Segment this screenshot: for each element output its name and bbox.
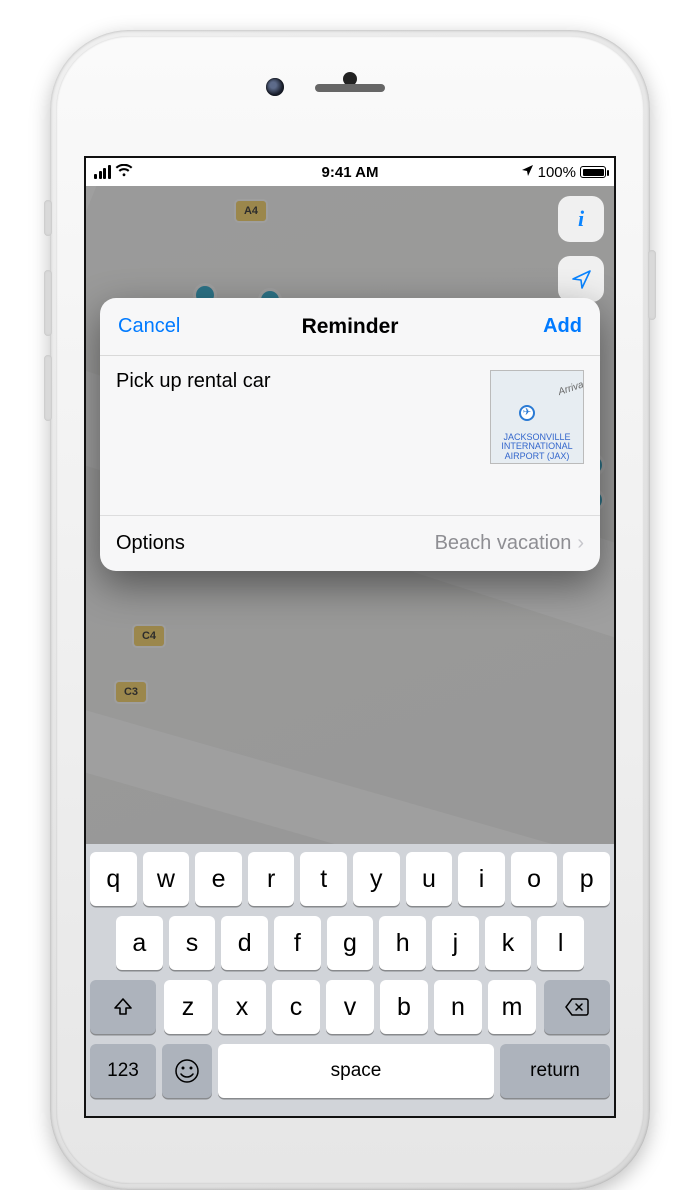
key-p[interactable]: p — [563, 852, 610, 906]
backspace-key[interactable] — [544, 980, 610, 1034]
key-s[interactable]: s — [169, 916, 216, 970]
keyboard-row-1: qwertyuiop — [90, 852, 610, 906]
status-bar: 9:41 AM 100% — [86, 158, 614, 186]
options-row[interactable]: Options Beach vacation › — [100, 516, 600, 571]
wifi-icon — [115, 164, 133, 181]
keyboard: qwertyuiop asdfghjkl zxcvbnm 123 — [86, 844, 614, 1116]
battery-percentage: 100% — [538, 164, 576, 181]
screen: 9:41 AM 100% A4 — [84, 156, 616, 1118]
key-a[interactable]: a — [116, 916, 163, 970]
alert-title: Reminder — [302, 315, 399, 339]
cancel-button[interactable]: Cancel — [100, 298, 198, 355]
iphone-frame: 9:41 AM 100% A4 — [50, 30, 650, 1190]
mute-switch — [44, 200, 52, 236]
map-locate-button[interactable] — [558, 256, 604, 302]
key-z[interactable]: z — [164, 980, 212, 1034]
thumb-arrivals-label: Arrivals — [557, 378, 584, 398]
keyboard-row-3: zxcvbnm — [90, 980, 610, 1034]
key-c[interactable]: c — [272, 980, 320, 1034]
key-f[interactable]: f — [274, 916, 321, 970]
battery-icon — [580, 166, 606, 178]
key-l[interactable]: l — [537, 916, 584, 970]
keyboard-row-2: asdfghjkl — [90, 916, 610, 970]
earpiece-speaker — [315, 84, 385, 92]
reminder-alert: Cancel Reminder Add Pick up rental car A… — [100, 298, 600, 571]
key-m[interactable]: m — [488, 980, 536, 1034]
thumb-airport-line3: AIRPORT (JAX) — [505, 452, 570, 461]
reminder-text-input[interactable]: Pick up rental car — [116, 370, 480, 487]
add-button[interactable]: Add — [525, 298, 600, 355]
volume-down-button — [44, 355, 52, 421]
alert-body: Pick up rental car Arrivals ✈ JACKSONVIL… — [100, 356, 600, 516]
key-v[interactable]: v — [326, 980, 374, 1034]
alert-header: Cancel Reminder Add — [100, 298, 600, 356]
key-o[interactable]: o — [511, 852, 558, 906]
airplane-icon: ✈ — [519, 405, 535, 421]
keyboard-row-4: 123 space return — [90, 1044, 610, 1098]
chevron-right-icon: › — [577, 532, 584, 555]
map-info-button[interactable]: i — [558, 196, 604, 242]
key-r[interactable]: r — [248, 852, 295, 906]
iphone-bezel: 9:41 AM 100% A4 — [56, 36, 644, 1184]
key-x[interactable]: x — [218, 980, 266, 1034]
key-t[interactable]: t — [300, 852, 347, 906]
cellular-signal-icon — [94, 165, 111, 179]
key-e[interactable]: e — [195, 852, 242, 906]
key-h[interactable]: h — [379, 916, 426, 970]
key-d[interactable]: d — [221, 916, 268, 970]
key-g[interactable]: g — [327, 916, 374, 970]
power-button — [648, 250, 656, 320]
key-u[interactable]: u — [406, 852, 453, 906]
front-camera — [266, 78, 284, 96]
emoji-key[interactable] — [162, 1044, 212, 1098]
key-n[interactable]: n — [434, 980, 482, 1034]
key-j[interactable]: j — [432, 916, 479, 970]
options-value: Beach vacation — [435, 532, 572, 555]
key-i[interactable]: i — [458, 852, 505, 906]
return-key[interactable]: return — [500, 1044, 610, 1098]
options-label: Options — [116, 532, 185, 555]
volume-up-button — [44, 270, 52, 336]
key-w[interactable]: w — [143, 852, 190, 906]
shift-key[interactable] — [90, 980, 156, 1034]
key-b[interactable]: b — [380, 980, 428, 1034]
location-thumbnail[interactable]: Arrivals ✈ JACKSONVILLE INTERNATIONAL AI… — [490, 370, 584, 464]
numbers-key[interactable]: 123 — [90, 1044, 156, 1098]
space-key[interactable]: space — [218, 1044, 494, 1098]
key-k[interactable]: k — [485, 916, 532, 970]
key-q[interactable]: q — [90, 852, 137, 906]
location-icon — [521, 164, 534, 181]
key-y[interactable]: y — [353, 852, 400, 906]
